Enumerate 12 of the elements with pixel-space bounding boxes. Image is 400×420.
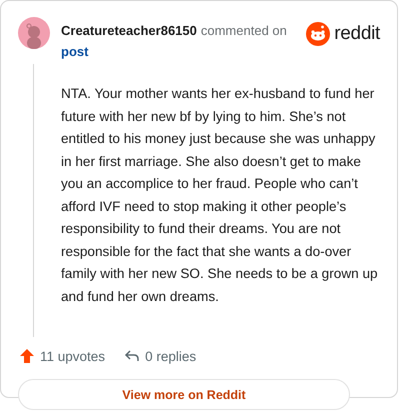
view-more-button[interactable]: View more on Reddit [18, 379, 350, 410]
reddit-logo-icon [306, 22, 330, 46]
upvote-count: 11 upvotes [40, 348, 106, 364]
upvote-icon[interactable] [19, 348, 35, 364]
reply-count: 0 replies [145, 348, 196, 364]
comment-action: commented on [200, 23, 287, 38]
post-link[interactable]: post [61, 41, 296, 62]
author-name[interactable]: Creatureteacher86150 [61, 23, 197, 38]
reddit-wordmark: reddit [334, 23, 380, 45]
reply-icon[interactable] [124, 348, 140, 364]
comment-text: NTA. Your mother wants her ex-husband to fund her future with her new bf by lying to him. She’s not entitled to his money just because she was unhappy in her first marriage. She also doesn’t get to make you an accomplice to her fraud. People who can’t afford IVF need to stop making it other people’s responsibility to fund their dreams. You are not responsible for the fact that she wants a do-over family with her new SO. She needs to be a grown up and fund her own dreams. [60, 85, 379, 306]
avatar-icon [18, 17, 50, 49]
